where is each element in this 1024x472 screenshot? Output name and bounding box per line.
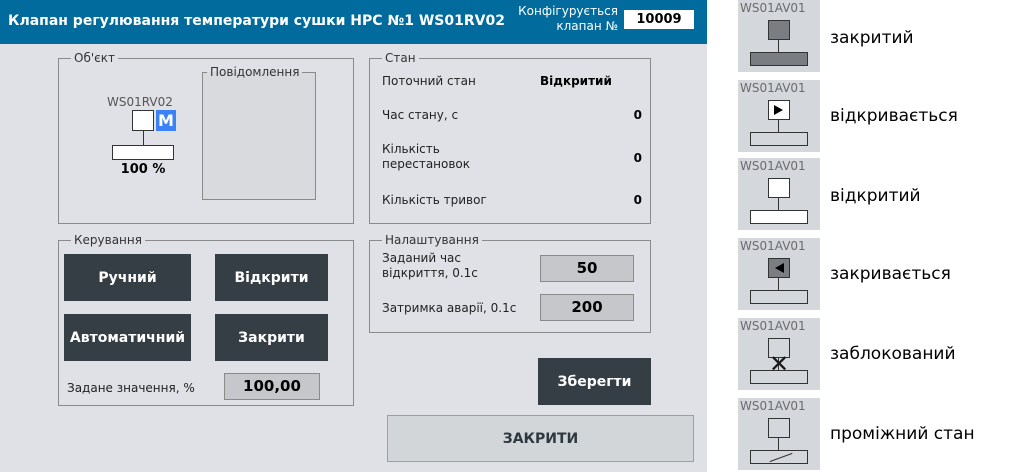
state-panel-legend: Стан	[385, 51, 416, 65]
open-time-label: Заданий час відкриття, 0.1с	[382, 251, 478, 280]
legend-item-label: закритий	[830, 28, 914, 48]
valve-body	[112, 145, 174, 160]
config-valve-label: Конфігурується клапан №	[518, 4, 618, 33]
messages-panel: Повідомлення	[202, 66, 316, 200]
legend-item-label: відкривається	[830, 106, 958, 126]
legend-item-label: відкритий	[830, 186, 921, 206]
save-button[interactable]: Зберегти	[538, 358, 651, 405]
valve-actuator-box	[132, 110, 154, 131]
manual-mode-button[interactable]: Ручний	[64, 254, 191, 301]
settings-panel-legend: Налаштування	[385, 233, 479, 247]
valve-position-value: 100 %	[120, 162, 166, 177]
legend-item-tag: WS01AV01	[740, 1, 806, 15]
legend-item-tag: WS01AV01	[740, 81, 806, 95]
alarm-count-label: Кількість тривог	[382, 193, 487, 207]
valve-blocked-icon: WS01AV01 ✕	[738, 318, 820, 390]
title-bar: Клапан регулювання температури сушки НРС…	[0, 0, 707, 44]
valve-stem	[143, 131, 144, 145]
alarm-delay-input[interactable]: 200	[540, 294, 634, 321]
legend-item-tag: WS01AV01	[740, 159, 806, 173]
state-time-value: 0	[633, 108, 642, 122]
object-panel-legend: Об'єкт	[74, 51, 115, 65]
legend-item-tag: WS01AV01	[740, 399, 806, 413]
alarm-count-value: 0	[633, 193, 642, 207]
legend-item-tag: WS01AV01	[740, 239, 806, 253]
close-valve-button[interactable]: Закрити	[215, 314, 328, 361]
window-title: Клапан регулювання температури сушки НРС…	[8, 13, 505, 29]
valve-faceplate-window: Клапан регулювання температури сушки НРС…	[0, 0, 707, 472]
open-valve-button[interactable]: Відкрити	[215, 254, 328, 301]
valve-closing-icon: WS01AV01	[738, 238, 820, 310]
state-time-label: Час стану, с	[382, 108, 459, 122]
current-state-value: Відкритий	[540, 74, 612, 88]
current-state-label: Поточний стан	[382, 74, 476, 88]
valve-opening-icon: WS01AV01	[738, 80, 820, 152]
config-valve-number: 10009	[624, 10, 694, 29]
setpoint-label: Задане значення, %	[67, 381, 195, 395]
messages-panel-legend: Повідомлення	[210, 65, 300, 79]
switch-count-value: 0	[633, 151, 642, 165]
auto-mode-button[interactable]: Автоматичний	[64, 314, 191, 361]
legend-item-label: закривається	[830, 264, 951, 284]
valve-open-icon: WS01AV01	[738, 158, 820, 230]
close-window-button[interactable]: ЗАКРИТИ	[387, 415, 694, 462]
legend-item-label: заблокований	[830, 344, 956, 364]
legend-item-tag: WS01AV01	[740, 319, 806, 333]
alarm-delay-label: Затримка аварії, 0.1с	[382, 301, 517, 315]
valve-closed-icon: WS01AV01	[738, 0, 820, 72]
setpoint-input[interactable]: 100,00	[224, 373, 320, 400]
valve-tag: WS01RV02	[107, 95, 173, 109]
valve-intermediate-icon: WS01AV01	[738, 398, 820, 470]
legend-item-label: проміжний стан	[830, 424, 975, 444]
valve-indicator[interactable]: M	[112, 110, 176, 160]
control-panel-legend: Керування	[74, 233, 142, 247]
mode-badge: M	[156, 110, 176, 131]
switch-count-label: Кількість перестановок	[382, 142, 471, 171]
open-time-input[interactable]: 50	[540, 255, 634, 282]
